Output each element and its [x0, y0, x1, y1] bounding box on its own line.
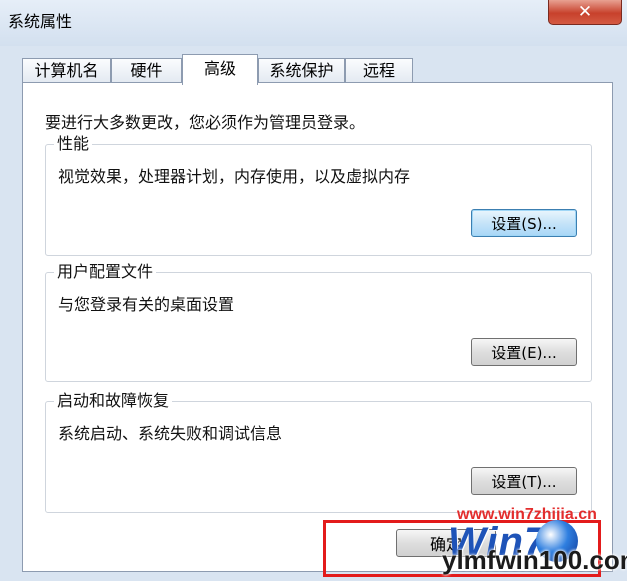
tab-hardware[interactable]: 硬件 [111, 58, 182, 83]
startup-recovery-group-title: 启动和故障恢复 [54, 391, 173, 411]
tab-computer-name[interactable]: 计算机名 [22, 58, 111, 83]
title-bar: 系统属性 ✕ [0, 0, 627, 46]
window-title: 系统属性 [8, 12, 73, 31]
advanced-tab-panel: 要进行大多数更改，您必须作为管理员登录。 性能 视觉效果，处理器计划，内存使用，… [22, 82, 613, 572]
watermark-domain: ylmfwin100.com [442, 545, 627, 575]
performance-group-title: 性能 [54, 134, 93, 154]
close-icon: ✕ [577, 1, 593, 22]
tab-system-protection[interactable]: 系统保护 [258, 58, 345, 83]
performance-description: 视觉效果，处理器计划，内存使用，以及虚拟内存 [58, 167, 411, 186]
user-profiles-group-title: 用户配置文件 [54, 262, 157, 282]
close-button[interactable]: ✕ [548, 0, 622, 25]
startup-recovery-group: 启动和故障恢复 系统启动、系统失败和调试信息 设置(T)... [45, 391, 592, 513]
tab-advanced[interactable]: 高级 [182, 54, 258, 85]
performance-group: 性能 视觉效果，处理器计划，内存使用，以及虚拟内存 设置(S)... [45, 134, 592, 256]
tab-remote[interactable]: 远程 [345, 58, 413, 83]
startup-recovery-description: 系统启动、系统失败和调试信息 [58, 424, 283, 443]
performance-settings-button[interactable]: 设置(S)... [471, 209, 577, 237]
user-profiles-description: 与您登录有关的桌面设置 [58, 295, 235, 314]
admin-notice: 要进行大多数更改，您必须作为管理员登录。 [45, 113, 366, 132]
user-profiles-group: 用户配置文件 与您登录有关的桌面设置 设置(E)... [45, 262, 592, 382]
startup-recovery-settings-button[interactable]: 设置(T)... [471, 467, 577, 495]
user-profiles-settings-button[interactable]: 设置(E)... [471, 338, 577, 366]
